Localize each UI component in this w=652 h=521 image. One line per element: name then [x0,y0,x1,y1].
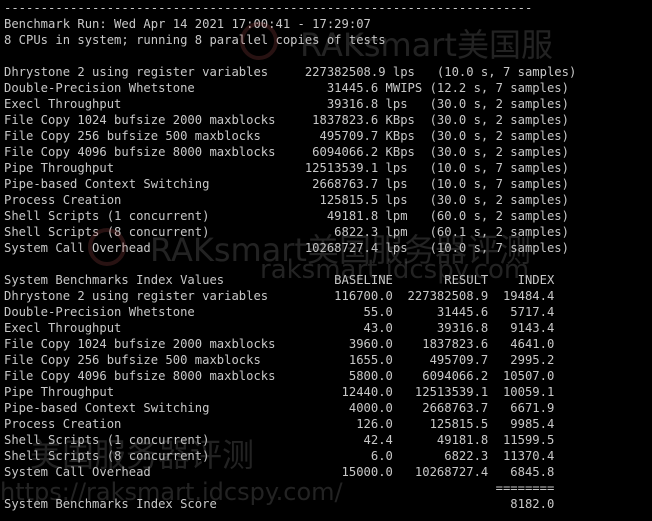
terminal-line: Process Creation 126.0 125815.5 9985.4 [4,417,555,431]
terminal-line: Dhrystone 2 using register variables 116… [4,289,555,303]
terminal-line: File Copy 256 bufsize 500 maxblocks 1655… [4,353,555,367]
terminal-line: System Benchmarks Index Score 8182.0 [4,497,555,511]
terminal-line: File Copy 4096 bufsize 8000 maxblocks 58… [4,369,555,383]
terminal-line: Benchmark Run: Wed Apr 14 2021 17:00:41 … [4,17,371,31]
terminal-line: File Copy 256 bufsize 500 maxblocks 4957… [4,129,569,143]
terminal-line: System Benchmarks Index Values BASELINE … [4,273,555,287]
terminal-line: Dhrystone 2 using register variables 227… [4,65,577,79]
terminal-line: Shell Scripts (8 concurrent) 6.0 6822.3 … [4,449,555,463]
terminal-line: ----------------------------------------… [4,1,533,15]
terminal-line: ======== [4,481,555,495]
terminal-line: 8 CPUs in system; running 8 parallel cop… [4,33,386,47]
terminal-line: Execl Throughput 39316.8 lps (30.0 s, 2 … [4,97,569,111]
watermark-logo-icon [240,22,278,60]
terminal-line: Double-Precision Whetstone 31445.6 MWIPS… [4,81,569,95]
terminal-line: Double-Precision Whetstone 55.0 31445.6 … [4,305,555,319]
terminal-line: Pipe-based Context Switching 4000.0 2668… [4,401,555,415]
terminal-line: Shell Scripts (1 concurrent) 49181.8 lpm… [4,209,569,223]
terminal-line: Pipe Throughput 12440.0 12513539.1 10059… [4,385,555,399]
terminal-line: System Call Overhead 15000.0 10268727.4 … [4,465,555,479]
terminal-line: Execl Throughput 43.0 39316.8 9143.4 [4,321,555,335]
terminal-line: Pipe Throughput 12513539.1 lps (10.0 s, … [4,161,569,175]
terminal-line: File Copy 1024 bufsize 2000 maxblocks 39… [4,337,555,351]
terminal-line: Pipe-based Context Switching 2668763.7 l… [4,177,569,191]
terminal-line: Process Creation 125815.5 lps (30.0 s, 2… [4,193,569,207]
terminal-line: Shell Scripts (1 concurrent) 42.4 49181.… [4,433,555,447]
terminal-line: File Copy 4096 bufsize 8000 maxblocks 60… [4,145,569,159]
watermark-logo-icon [88,228,126,266]
terminal-line: File Copy 1024 bufsize 2000 maxblocks 18… [4,113,569,127]
